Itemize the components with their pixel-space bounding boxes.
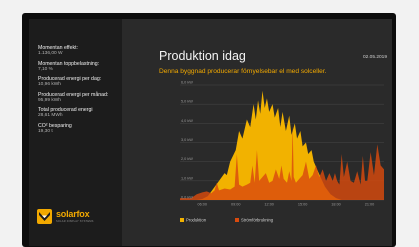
y-axis: 0,0 kW 1,0 kW 2,0 kW 3,0 kW 4,0 kW 5,0 kW 6,0 … bbox=[181, 81, 193, 200]
x-axis: 06:00 09:00 12:00 15:00 18:00 21:00 bbox=[198, 203, 375, 207]
legend-label: Strömförbrukning bbox=[241, 217, 274, 223]
legend-label: Produktion bbox=[186, 217, 207, 223]
y-tick-label: 2,0 kW bbox=[181, 157, 193, 161]
solarfox-logo: solarfox SOLAR DISPLAY SYSTEMS bbox=[37, 209, 119, 226]
stat-energy-per-month: Producerad energi per månad: 95,99 kWh bbox=[38, 92, 122, 104]
stat-peak-load: Momentan toppbelastning: 7,10 % bbox=[38, 61, 122, 73]
main-panel: Produktion idag 02.05.2019 Denna byggnad… bbox=[122, 19, 392, 246]
stat-total-energy: Total producerad energi 28,61 MWh bbox=[38, 107, 122, 119]
stat-energy-per-day: Producerad energi per dag: 10,96 kWh bbox=[38, 76, 122, 88]
y-tick-label: 4,0 kW bbox=[181, 119, 193, 123]
stat-value: 10,96 kWh bbox=[38, 82, 61, 87]
legend-item-production: Produktion bbox=[180, 211, 206, 229]
legend-item-consumption: Strömförbrukning bbox=[235, 211, 273, 229]
y-tick-label: 0,0 kW bbox=[181, 196, 193, 200]
stats-list: Momentan effekt: 1.136,00 W Momentan top… bbox=[38, 45, 122, 138]
legend-swatch bbox=[235, 217, 239, 222]
y-tick-label: 6,0 kW bbox=[181, 81, 193, 85]
stat-value: 19,30 t bbox=[38, 128, 53, 134]
logo-tagline: SOLAR DISPLAY SYSTEMS bbox=[56, 219, 94, 223]
y-tick-label: 1,0 kW bbox=[181, 176, 193, 180]
chart-areas bbox=[180, 90, 384, 200]
stat-momentary-power: Momentan effekt: 1.136,00 W bbox=[38, 45, 122, 57]
fox-icon bbox=[37, 209, 52, 224]
x-tick-label: 06:00 bbox=[198, 203, 208, 207]
x-tick-label: 21:00 bbox=[365, 203, 375, 207]
x-tick-label: 09:00 bbox=[231, 203, 241, 207]
stat-co2-savings: CO² besparing 19,30 t bbox=[38, 123, 122, 135]
display-screen: Momentan effekt: 1.136,00 W Momentan top… bbox=[29, 19, 392, 246]
stat-value: 28,61 MWh bbox=[38, 113, 63, 118]
stat-value: 95,99 kWh bbox=[38, 97, 61, 103]
logo-wordmark: solarfox bbox=[56, 209, 90, 219]
x-tick-label: 12:00 bbox=[264, 203, 274, 207]
legend-swatch bbox=[180, 217, 184, 222]
x-tick-label: 18:00 bbox=[331, 203, 341, 207]
y-tick-label: 5,0 kW bbox=[181, 100, 193, 104]
stat-value: 7,10 % bbox=[38, 66, 53, 72]
stat-value: 1.136,00 W bbox=[38, 51, 63, 56]
sidebar: Momentan effekt: 1.136,00 W Momentan top… bbox=[29, 19, 122, 246]
x-tick-label: 15:00 bbox=[298, 203, 308, 207]
y-tick-label: 3,0 kW bbox=[181, 138, 193, 142]
